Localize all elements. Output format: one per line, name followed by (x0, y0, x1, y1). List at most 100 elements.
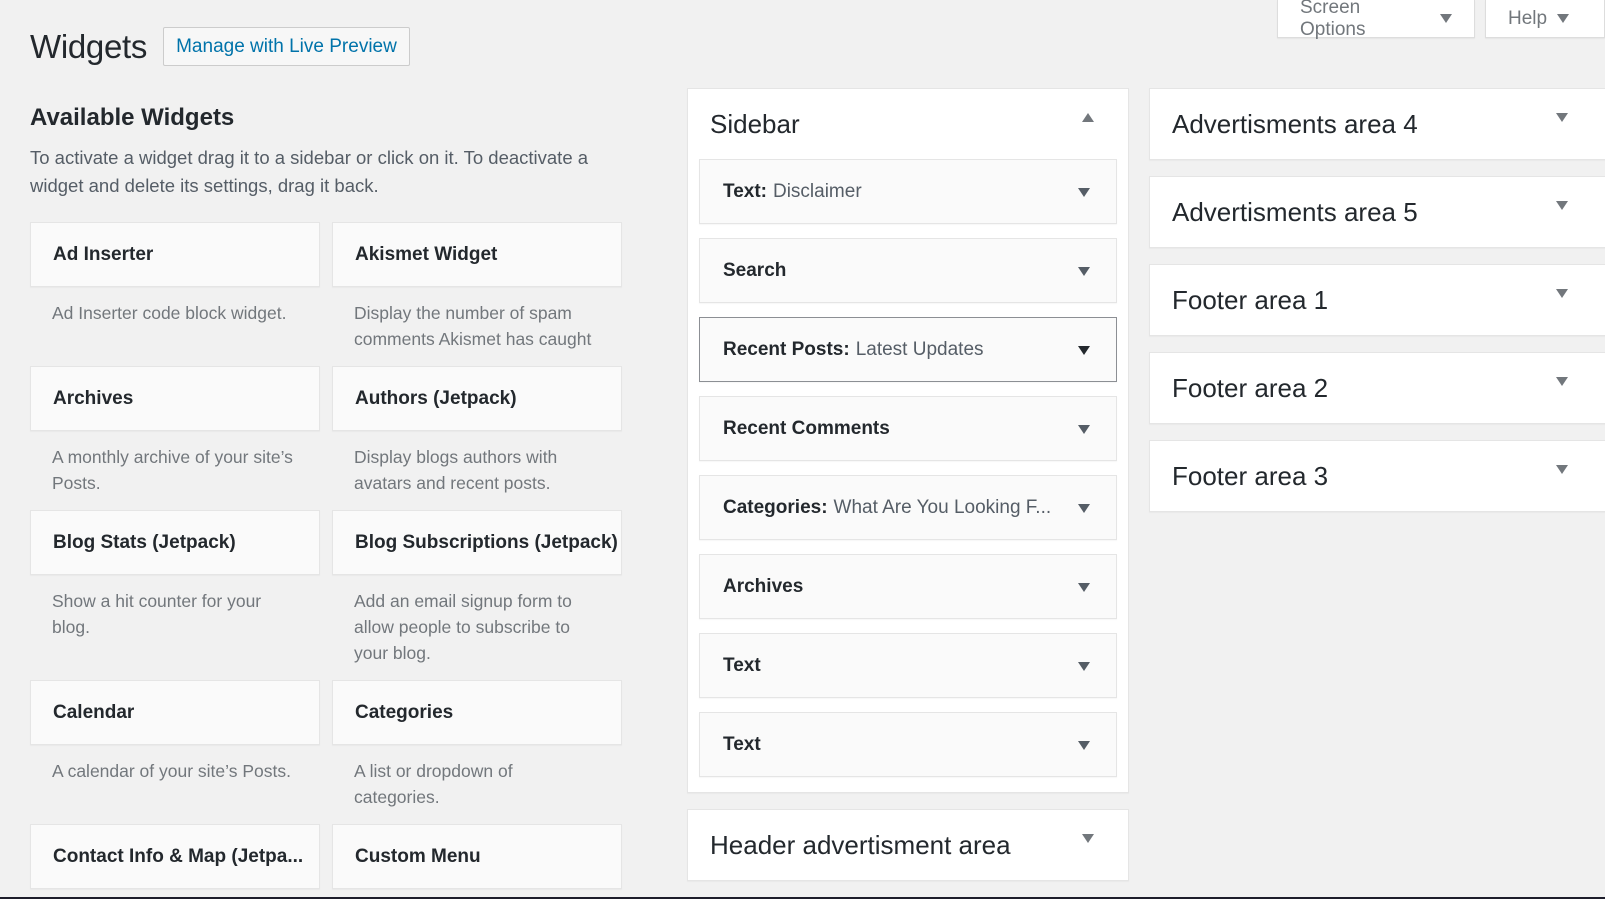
available-widgets-heading: Available Widgets (30, 104, 235, 131)
widget-list: Ad Inserter Ad Inserter code block widge… (30, 222, 624, 889)
sidebar-widget[interactable]: Text (699, 712, 1117, 777)
expand-arrow-icon[interactable] (1078, 188, 1090, 197)
widget-item: Calendar A calendar of your site’s Posts… (30, 680, 320, 824)
expand-arrow-icon[interactable] (1556, 377, 1568, 386)
sidebar-header[interactable]: Sidebar (688, 89, 1128, 159)
collapse-arrow-icon[interactable] (1082, 113, 1094, 122)
sidebar-panel-header-ad: Header advertisment area (687, 809, 1129, 881)
widget-title: Text: (723, 180, 767, 202)
widget-item: Categories A list or dropdown of categor… (332, 680, 622, 824)
widget-description: Ad Inserter code block widget. (52, 303, 287, 323)
sidebar-name: Footer area 1 (1172, 284, 1329, 315)
widget-title: Search (723, 259, 787, 281)
sidebar-header[interactable]: Advertisments area 5 (1150, 177, 1605, 247)
help-label: Help (1508, 7, 1548, 29)
widget-subtitle: Latest Updates (855, 338, 984, 360)
widget-description: A list or dropdown of categories. (354, 761, 513, 807)
widget-item: Blog Stats (Jetpack) Show a hit counter … (30, 510, 320, 680)
sidebar-panel: Advertisments area 4 (1149, 88, 1605, 160)
sidebar-name: Sidebar (710, 108, 800, 139)
sidebar-panel: Footer area 3 (1149, 440, 1605, 512)
widget-title[interactable]: Blog Stats (Jetpack) (30, 510, 320, 575)
widget-title[interactable]: Ad Inserter (30, 222, 320, 287)
caret-down-icon (1440, 14, 1452, 23)
widget-title: Recent Comments (723, 417, 890, 439)
widget-description: Display blogs authors with avatars and r… (354, 447, 558, 493)
widget-title[interactable]: Blog Subscriptions (Jetpack) (332, 510, 622, 575)
expand-arrow-icon[interactable] (1078, 741, 1090, 750)
sidebar-widget-list: Text: Disclaimer Search Recent Posts: La… (688, 159, 1128, 792)
sidebar-widget-focused[interactable]: Recent Posts: Latest Updates (699, 317, 1117, 382)
widget-item: Authors (Jetpack) Display blogs authors … (332, 366, 622, 510)
widget-title: Categories: (723, 496, 828, 518)
expand-arrow-icon[interactable] (1556, 289, 1568, 298)
sidebar-widget[interactable]: Categories: What Are You Looking F... (699, 475, 1117, 540)
sidebars-column-1: Sidebar Text: Disclaimer Search Recent P… (687, 88, 1129, 897)
manage-live-preview-button[interactable]: Manage with Live Preview (163, 27, 410, 66)
sidebar-widget[interactable]: Text: Disclaimer (699, 159, 1117, 224)
widget-subtitle: Disclaimer (772, 180, 862, 202)
widget-description: A monthly archive of your site’s Posts. (52, 447, 293, 493)
screen-options-label: Screen Options (1300, 0, 1366, 40)
expand-arrow-icon[interactable] (1078, 662, 1090, 671)
widget-description: A calendar of your site’s Posts. (52, 761, 291, 781)
sidebar-name: Header advertisment area (710, 829, 1011, 860)
available-widgets: Available Widgets To activate a widget d… (30, 104, 624, 889)
caret-down-icon (1557, 14, 1570, 23)
screen-options-button[interactable]: Screen Options (1277, 0, 1475, 40)
page-title: Widgets (30, 27, 148, 65)
widget-description: Display the number of spam comments Akis… (354, 303, 592, 349)
widget-subtitle: What Are You Looking F... (833, 496, 1052, 518)
sidebar-header[interactable]: Header advertisment area (688, 810, 1128, 880)
widget-title: Text (723, 733, 761, 755)
expand-arrow-icon[interactable] (1078, 267, 1090, 276)
widget-title[interactable]: Authors (Jetpack) (332, 366, 622, 431)
page-header: Widgets Manage with Live Preview (30, 27, 410, 66)
sidebar-panel-main: Sidebar Text: Disclaimer Search Recent P… (687, 88, 1129, 793)
widget-title[interactable]: Calendar (30, 680, 320, 745)
expand-arrow-icon[interactable] (1078, 583, 1090, 592)
screen-meta-links: Screen Options Help (1277, 0, 1605, 40)
expand-arrow-icon[interactable] (1556, 465, 1568, 474)
sidebar-name: Footer area 3 (1172, 460, 1329, 491)
widget-title: Text (723, 654, 761, 676)
widget-item: Archives A monthly archive of your site’… (30, 366, 320, 510)
sidebar-name: Footer area 2 (1172, 372, 1329, 403)
sidebar-header[interactable]: Footer area 3 (1150, 441, 1605, 511)
sidebars-column-2: Advertisments area 4 Advertisments area … (1149, 88, 1605, 528)
sidebar-widget[interactable]: Recent Comments (699, 396, 1117, 461)
widget-description: Show a hit counter for your blog. (52, 591, 262, 637)
sidebar-name: Advertisments area 5 (1172, 196, 1418, 227)
widget-item: Akismet Widget Display the number of spa… (332, 222, 622, 366)
widget-description: Add an email signup form to allow people… (354, 591, 572, 663)
widget-title[interactable]: Categories (332, 680, 622, 745)
available-widgets-description: To activate a widget drag it to a sideba… (30, 147, 589, 196)
widget-item: Ad Inserter Ad Inserter code block widge… (30, 222, 320, 366)
sidebar-header[interactable]: Advertisments area 4 (1150, 89, 1605, 159)
expand-arrow-icon[interactable] (1556, 201, 1568, 210)
sidebar-panel: Footer area 2 (1149, 352, 1605, 424)
sidebar-panel: Footer area 1 (1149, 264, 1605, 336)
help-button[interactable]: Help (1485, 0, 1605, 38)
sidebar-widget[interactable]: Search (699, 238, 1117, 303)
widget-item: Contact Info & Map (Jetpa... (30, 824, 320, 889)
widget-item: Blog Subscriptions (Jetpack) Add an emai… (332, 510, 622, 680)
sidebar-widget[interactable]: Text (699, 633, 1117, 698)
expand-arrow-icon[interactable] (1078, 346, 1090, 355)
widget-title[interactable]: Archives (30, 366, 320, 431)
expand-arrow-icon[interactable] (1078, 425, 1090, 434)
sidebar-panel: Advertisments area 5 (1149, 176, 1605, 248)
sidebar-header[interactable]: Footer area 1 (1150, 265, 1605, 335)
sidebar-widget[interactable]: Archives (699, 554, 1117, 619)
widget-title: Recent Posts: (723, 338, 850, 360)
expand-arrow-icon[interactable] (1078, 504, 1090, 513)
widget-title[interactable]: Akismet Widget (332, 222, 622, 287)
expand-arrow-icon[interactable] (1082, 834, 1094, 843)
widget-title: Archives (723, 575, 804, 597)
widget-title[interactable]: Contact Info & Map (Jetpa... (30, 824, 320, 889)
widget-item: Custom Menu (332, 824, 622, 889)
sidebar-name: Advertisments area 4 (1172, 108, 1418, 139)
widget-title[interactable]: Custom Menu (332, 824, 622, 889)
sidebar-header[interactable]: Footer area 2 (1150, 353, 1605, 423)
expand-arrow-icon[interactable] (1556, 113, 1568, 122)
